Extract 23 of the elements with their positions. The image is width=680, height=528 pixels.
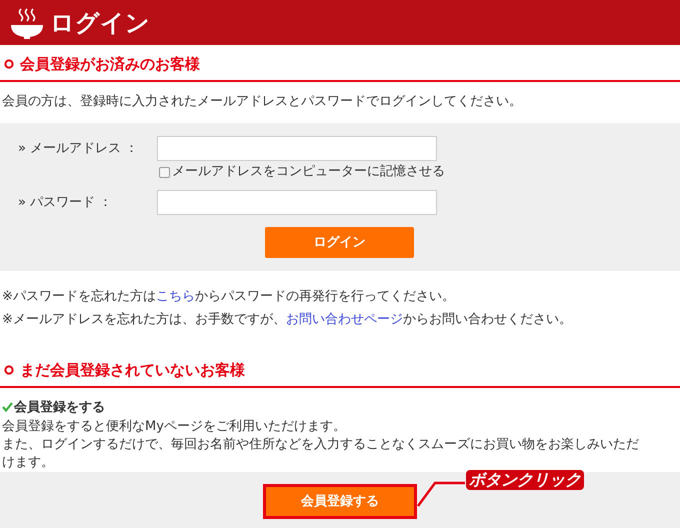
- check-icon: [2, 402, 13, 412]
- benefit-title: 会員登録をする: [14, 398, 105, 416]
- field-label: » パスワード ：: [17, 194, 114, 212]
- bowl-icon: [10, 6, 44, 40]
- circle-icon: [4, 59, 14, 70]
- leader-line: [417, 481, 465, 507]
- inline-link[interactable]: こちら: [156, 289, 195, 304]
- note-text: ※メールアドレスを忘れた方は、お手数ですが、お問い合わせページからお問い合わせください。: [2, 310, 573, 328]
- benefit-text: また、ログインするだけで、毎回お名前や住所などを入力することなくスムーズにお買い物をお楽しみいただけます。: [2, 436, 640, 472]
- email-field[interactable]: [157, 136, 437, 161]
- annotation-text: ボタンクリック: [466, 470, 584, 490]
- inline-link[interactable]: お問い合わせページ: [286, 312, 403, 326]
- remember-checkbox[interactable]: [159, 166, 170, 178]
- intro-text: 会員の方は、登録時に入力されたメールアドレスとパスワードでログインしてください。: [1, 92, 523, 110]
- section-heading: 会員登録がお済みのお客様: [20, 54, 200, 75]
- note-text: ※パスワードを忘れた方はこちらからパスワードの再発行を行ってください。: [2, 288, 456, 306]
- remember-label: メールアドレスをコンピューターに記憶させる: [172, 163, 445, 182]
- section-heading: まだ会員登録されていないお客様: [20, 360, 245, 381]
- password-field[interactable]: [157, 190, 437, 215]
- circle-icon: [4, 365, 14, 376]
- benefit-text: 会員登録をすると便利なMyページをご利用いただけます。: [2, 418, 347, 436]
- field-label: » メールアドレス ：: [17, 140, 140, 158]
- page-title: ログイン: [50, 8, 150, 38]
